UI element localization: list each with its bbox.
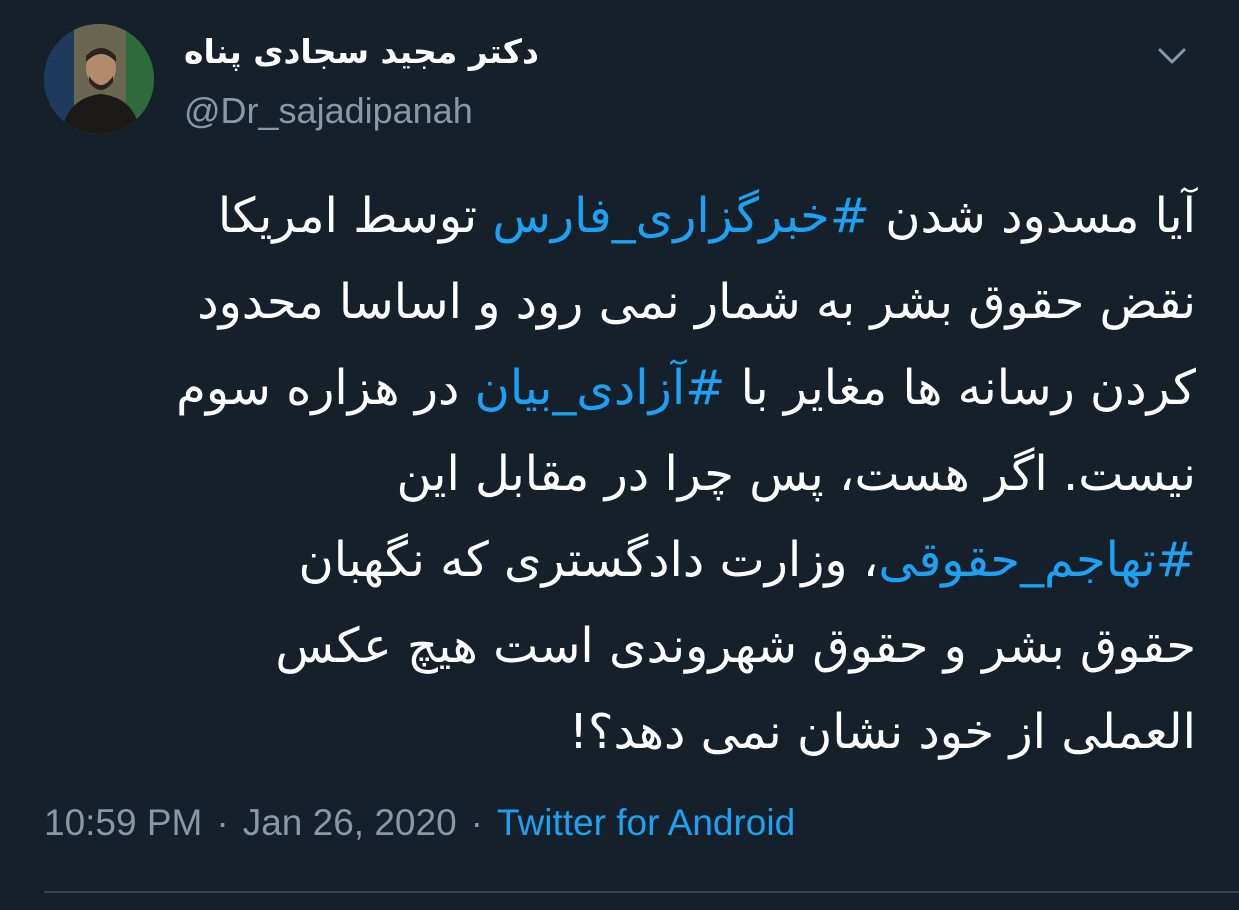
tweet-text-segment: در هزاره سوم xyxy=(176,360,475,416)
tweet-text-segment: ، وزارت دادگستری که نگهبان xyxy=(298,532,879,588)
avatar[interactable] xyxy=(44,24,154,134)
tweet-date[interactable]: Jan 26, 2020 xyxy=(243,802,457,843)
tweet-text-segment: آیا مسدود شدن xyxy=(869,188,1196,244)
chevron-down-icon[interactable] xyxy=(1150,34,1194,78)
tweet-line-2: نقض حقوق بشر به شمار نمی رود و اساسا محد… xyxy=(197,274,1196,330)
hashtag-link[interactable]: #خبرگزاری_فارس xyxy=(492,188,870,244)
tweet-source-link[interactable]: Twitter for Android xyxy=(497,802,795,843)
profile-photo-icon xyxy=(44,24,154,134)
hashtag-link[interactable]: #آزادی_بیان xyxy=(475,360,726,416)
tweet-line-5: #تهاجم_حقوقی، وزارت دادگستری که نگهبان xyxy=(40,517,1196,603)
tweet-text-segment: توسط امریکا xyxy=(217,188,493,244)
tweet-line-3: کردن رسانه ها مغایر با #آزادی_بیان در هز… xyxy=(40,345,1196,431)
tweet-meta: 10:59 PM · Jan 26, 2020 · Twitter for Androi… xyxy=(44,800,795,846)
author-handle[interactable]: @Dr_sajadipanah xyxy=(184,90,473,132)
tweet-line-6: حقوق بشر و حقوق شهروندی است هیچ عکس xyxy=(275,618,1196,674)
hashtag-link[interactable]: #تهاجم_حقوقی xyxy=(878,532,1196,588)
divider xyxy=(44,891,1239,893)
tweet-line-4: نیست. اگر هست، پس چرا در مقابل این xyxy=(396,446,1196,502)
tweet-line-7: العملی از خود نشان نمی دهد؟! xyxy=(568,704,1196,760)
tweet-line-1: آیا مسدود شدن #خبرگزاری_فارس توسط امریکا xyxy=(40,173,1196,259)
tweet-time[interactable]: 10:59 PM xyxy=(44,802,202,843)
author-name[interactable]: دکتر مجید سجادی پناه xyxy=(184,30,539,74)
tweet-text: آیا مسدود شدن #خبرگزاری_فارس توسط امریکا… xyxy=(40,173,1196,775)
tweet-header: دکتر مجید سجادی پناه @Dr_sajadipanah xyxy=(44,24,1194,136)
tweet-text-segment: کردن رسانه ها مغایر با xyxy=(725,360,1196,416)
meta-separator: · xyxy=(216,802,229,843)
meta-separator: · xyxy=(470,802,483,843)
